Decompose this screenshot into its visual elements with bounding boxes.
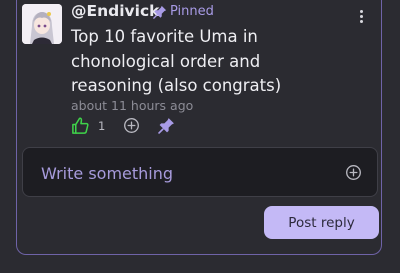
like-count: 1 — [98, 118, 106, 133]
reply-composer — [22, 147, 378, 197]
pin-icon[interactable] — [158, 117, 175, 134]
pin-icon — [153, 5, 167, 19]
post-body: Top 10 favorite Uma in chonological orde… — [71, 27, 282, 95]
avatar-illustration — [22, 4, 62, 44]
post-reply-label: Post reply — [288, 214, 355, 231]
add-circle-icon[interactable] — [345, 164, 362, 181]
post-reply-button[interactable]: Post reply — [264, 206, 379, 239]
username[interactable]: @Endivick — [71, 2, 159, 20]
pinned-label: Pinned — [170, 4, 214, 19]
more-vertical-icon[interactable] — [358, 10, 364, 30]
pinned-badge: Pinned — [153, 4, 214, 19]
post-actions: 1 — [71, 116, 175, 135]
add-reaction-icon[interactable] — [123, 117, 140, 134]
reply-input[interactable] — [39, 161, 323, 185]
timestamp: about 11 hours ago — [71, 98, 194, 113]
avatar[interactable] — [22, 4, 62, 44]
thumbs-up-icon[interactable] — [71, 116, 90, 135]
